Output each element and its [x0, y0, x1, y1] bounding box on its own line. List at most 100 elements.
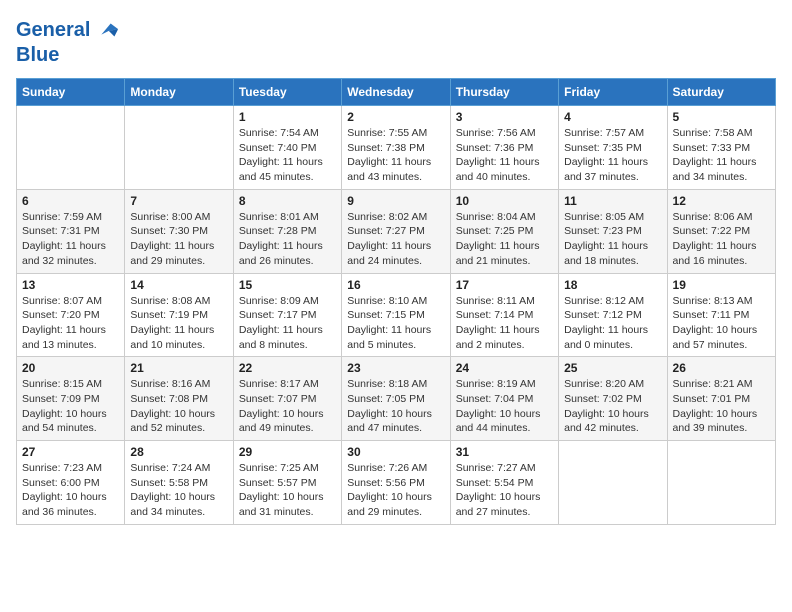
- day-number: 9: [347, 194, 444, 208]
- weekday-header-friday: Friday: [559, 79, 667, 106]
- day-detail: Sunrise: 7:54 AM Sunset: 7:40 PM Dayligh…: [239, 126, 336, 185]
- day-number: 19: [673, 278, 770, 292]
- day-detail: Sunrise: 8:08 AM Sunset: 7:19 PM Dayligh…: [130, 294, 227, 353]
- weekday-header-saturday: Saturday: [667, 79, 775, 106]
- day-detail: Sunrise: 8:07 AM Sunset: 7:20 PM Dayligh…: [22, 294, 119, 353]
- day-number: 29: [239, 445, 336, 459]
- day-number: 6: [22, 194, 119, 208]
- calendar-cell: 2 Sunrise: 7:55 AM Sunset: 7:38 PM Daylig…: [342, 106, 450, 190]
- calendar-week-row: 1 Sunrise: 7:54 AM Sunset: 7:40 PM Daylig…: [17, 106, 776, 190]
- calendar-cell: 17Sunrise: 8:11 AM Sunset: 7:14 PM Dayli…: [450, 273, 558, 357]
- calendar-week-row: 20 Sunrise: 8:15 AM Sunset: 7:09 PM Dayli…: [17, 357, 776, 441]
- day-detail: Sunrise: 7:56 AM Sunset: 7:36 PM Dayligh…: [456, 126, 553, 185]
- day-number: 15: [239, 278, 336, 292]
- calendar-cell: [17, 106, 125, 190]
- calendar-cell: 21Sunrise: 8:16 AM Sunset: 7:08 PM Dayli…: [125, 357, 233, 441]
- calendar-cell: 26Sunrise: 8:21 AM Sunset: 7:01 PM Dayli…: [667, 357, 775, 441]
- day-detail: Sunrise: 8:05 AM Sunset: 7:23 PM Dayligh…: [564, 210, 661, 269]
- day-number: 10: [456, 194, 553, 208]
- day-detail: Sunrise: 8:15 AM Sunset: 7:09 PM Dayligh…: [22, 377, 119, 436]
- day-detail: Sunrise: 7:25 AM Sunset: 5:57 PM Dayligh…: [239, 461, 336, 520]
- day-detail: Sunrise: 8:02 AM Sunset: 7:27 PM Dayligh…: [347, 210, 444, 269]
- calendar-cell: 30 Sunrise: 7:26 AM Sunset: 5:56 PM Dayli…: [342, 441, 450, 525]
- calendar-cell: 4 Sunrise: 7:57 AM Sunset: 7:35 PM Daylig…: [559, 106, 667, 190]
- logo: General Blue: [16, 16, 120, 66]
- calendar-cell: 24 Sunrise: 8:19 AM Sunset: 7:04 PM Dayli…: [450, 357, 558, 441]
- calendar-cell: 7Sunrise: 8:00 AM Sunset: 7:30 PM Daylig…: [125, 189, 233, 273]
- calendar-week-row: 13Sunrise: 8:07 AM Sunset: 7:20 PM Dayli…: [17, 273, 776, 357]
- day-detail: Sunrise: 7:24 AM Sunset: 5:58 PM Dayligh…: [130, 461, 227, 520]
- day-number: 11: [564, 194, 661, 208]
- calendar-cell: 3Sunrise: 7:56 AM Sunset: 7:36 PM Daylig…: [450, 106, 558, 190]
- day-detail: Sunrise: 8:19 AM Sunset: 7:04 PM Dayligh…: [456, 377, 553, 436]
- calendar-table: SundayMondayTuesdayWednesdayThursdayFrid…: [16, 78, 776, 525]
- day-detail: Sunrise: 8:10 AM Sunset: 7:15 PM Dayligh…: [347, 294, 444, 353]
- weekday-row: SundayMondayTuesdayWednesdayThursdayFrid…: [17, 79, 776, 106]
- calendar-cell: 29 Sunrise: 7:25 AM Sunset: 5:57 PM Dayli…: [233, 441, 341, 525]
- calendar-cell: 6 Sunrise: 7:59 AM Sunset: 7:31 PM Daylig…: [17, 189, 125, 273]
- logo-blue: Blue: [16, 44, 120, 66]
- calendar-week-row: 27Sunrise: 7:23 AM Sunset: 6:00 PM Dayli…: [17, 441, 776, 525]
- day-number: 24: [456, 361, 553, 375]
- weekday-header-monday: Monday: [125, 79, 233, 106]
- day-number: 2: [347, 110, 444, 124]
- day-detail: Sunrise: 7:57 AM Sunset: 7:35 PM Dayligh…: [564, 126, 661, 185]
- day-detail: Sunrise: 7:59 AM Sunset: 7:31 PM Dayligh…: [22, 210, 119, 269]
- calendar-cell: 5 Sunrise: 7:58 AM Sunset: 7:33 PM Daylig…: [667, 106, 775, 190]
- day-number: 8: [239, 194, 336, 208]
- calendar-cell: 27Sunrise: 7:23 AM Sunset: 6:00 PM Dayli…: [17, 441, 125, 525]
- day-detail: Sunrise: 8:18 AM Sunset: 7:05 PM Dayligh…: [347, 377, 444, 436]
- calendar-cell: 13Sunrise: 8:07 AM Sunset: 7:20 PM Dayli…: [17, 273, 125, 357]
- calendar-body: 1 Sunrise: 7:54 AM Sunset: 7:40 PM Daylig…: [17, 106, 776, 525]
- day-detail: Sunrise: 8:04 AM Sunset: 7:25 PM Dayligh…: [456, 210, 553, 269]
- day-number: 25: [564, 361, 661, 375]
- calendar-cell: 19Sunrise: 8:13 AM Sunset: 7:11 PM Dayli…: [667, 273, 775, 357]
- day-detail: Sunrise: 8:01 AM Sunset: 7:28 PM Dayligh…: [239, 210, 336, 269]
- day-number: 30: [347, 445, 444, 459]
- day-number: 4: [564, 110, 661, 124]
- day-detail: Sunrise: 8:20 AM Sunset: 7:02 PM Dayligh…: [564, 377, 661, 436]
- calendar-cell: 18 Sunrise: 8:12 AM Sunset: 7:12 PM Dayli…: [559, 273, 667, 357]
- calendar-cell: 20 Sunrise: 8:15 AM Sunset: 7:09 PM Dayli…: [17, 357, 125, 441]
- day-number: 17: [456, 278, 553, 292]
- day-number: 1: [239, 110, 336, 124]
- calendar-cell: 28 Sunrise: 7:24 AM Sunset: 5:58 PM Dayli…: [125, 441, 233, 525]
- day-number: 20: [22, 361, 119, 375]
- day-number: 18: [564, 278, 661, 292]
- day-detail: Sunrise: 8:12 AM Sunset: 7:12 PM Dayligh…: [564, 294, 661, 353]
- weekday-header-tuesday: Tuesday: [233, 79, 341, 106]
- calendar-header: SundayMondayTuesdayWednesdayThursdayFrid…: [17, 79, 776, 106]
- day-detail: Sunrise: 8:06 AM Sunset: 7:22 PM Dayligh…: [673, 210, 770, 269]
- weekday-header-wednesday: Wednesday: [342, 79, 450, 106]
- day-detail: Sunrise: 8:17 AM Sunset: 7:07 PM Dayligh…: [239, 377, 336, 436]
- day-detail: Sunrise: 8:00 AM Sunset: 7:30 PM Dayligh…: [130, 210, 227, 269]
- day-number: 12: [673, 194, 770, 208]
- day-detail: Sunrise: 7:58 AM Sunset: 7:33 PM Dayligh…: [673, 126, 770, 185]
- day-number: 23: [347, 361, 444, 375]
- calendar-cell: 12 Sunrise: 8:06 AM Sunset: 7:22 PM Dayli…: [667, 189, 775, 273]
- calendar-cell: 10 Sunrise: 8:04 AM Sunset: 7:25 PM Dayli…: [450, 189, 558, 273]
- day-detail: Sunrise: 7:27 AM Sunset: 5:54 PM Dayligh…: [456, 461, 553, 520]
- calendar-week-row: 6 Sunrise: 7:59 AM Sunset: 7:31 PM Daylig…: [17, 189, 776, 273]
- logo-bird-icon: [92, 16, 120, 44]
- day-number: 22: [239, 361, 336, 375]
- day-number: 14: [130, 278, 227, 292]
- day-detail: Sunrise: 7:23 AM Sunset: 6:00 PM Dayligh…: [22, 461, 119, 520]
- day-detail: Sunrise: 7:55 AM Sunset: 7:38 PM Dayligh…: [347, 126, 444, 185]
- day-number: 28: [130, 445, 227, 459]
- page-header: General Blue: [16, 16, 776, 66]
- calendar-cell: 22 Sunrise: 8:17 AM Sunset: 7:07 PM Dayli…: [233, 357, 341, 441]
- calendar-cell: 11 Sunrise: 8:05 AM Sunset: 7:23 PM Dayli…: [559, 189, 667, 273]
- day-number: 5: [673, 110, 770, 124]
- day-detail: Sunrise: 7:26 AM Sunset: 5:56 PM Dayligh…: [347, 461, 444, 520]
- day-detail: Sunrise: 8:09 AM Sunset: 7:17 PM Dayligh…: [239, 294, 336, 353]
- day-number: 31: [456, 445, 553, 459]
- calendar-cell: 31 Sunrise: 7:27 AM Sunset: 5:54 PM Dayli…: [450, 441, 558, 525]
- weekday-header-thursday: Thursday: [450, 79, 558, 106]
- day-number: 26: [673, 361, 770, 375]
- day-number: 21: [130, 361, 227, 375]
- logo-text: General: [16, 19, 90, 41]
- calendar-cell: [559, 441, 667, 525]
- calendar-cell: 23 Sunrise: 8:18 AM Sunset: 7:05 PM Dayli…: [342, 357, 450, 441]
- day-number: 16: [347, 278, 444, 292]
